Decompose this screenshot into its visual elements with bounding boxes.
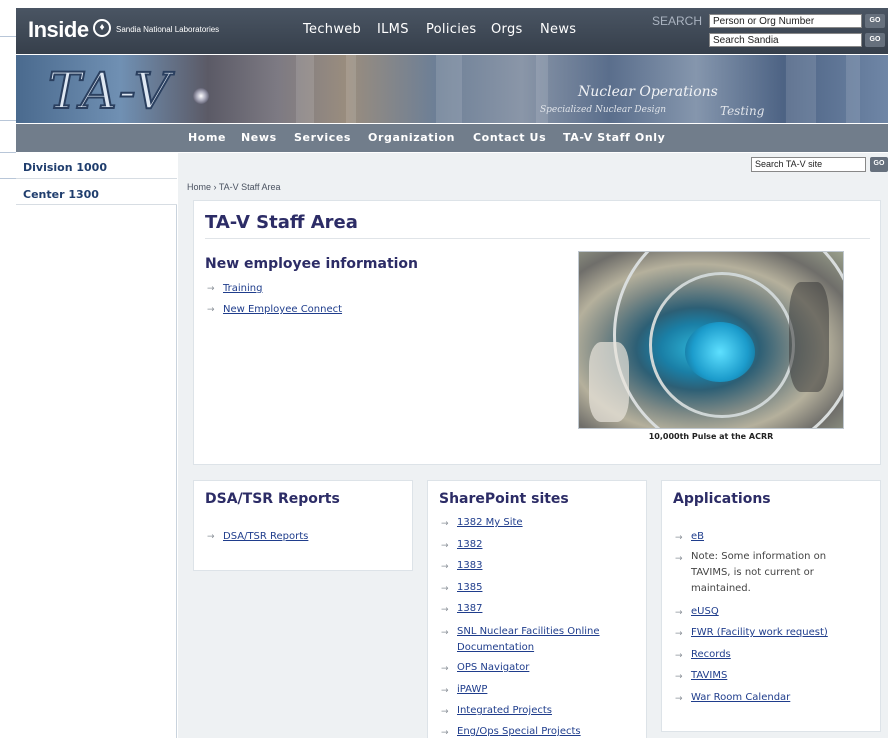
arrow-icon: → bbox=[441, 541, 449, 551]
link-tavims[interactable]: TAVIMS bbox=[691, 670, 727, 681]
nav-organization[interactable]: Organization bbox=[368, 131, 455, 144]
sandia-search-input[interactable]: Search Sandia bbox=[709, 33, 862, 47]
search-label: SEARCH bbox=[652, 14, 703, 28]
arrow-icon: → bbox=[675, 554, 683, 564]
arrow-icon: → bbox=[441, 664, 449, 674]
breadcrumb[interactable]: Home › TA-V Staff Area bbox=[187, 182, 281, 192]
arrow-icon: → bbox=[675, 629, 683, 639]
arrow-icon: → bbox=[441, 686, 449, 696]
sharepoint-title: SharePoint sites bbox=[439, 491, 569, 507]
banner-subtagline: Specialized Nuclear Design bbox=[540, 105, 667, 115]
sidebar-item-division-1000[interactable]: Division 1000 bbox=[23, 161, 107, 174]
link-snl-nuclear-facilities[interactable]: SNL Nuclear Facilities Online bbox=[457, 626, 600, 637]
page-title: TA-V Staff Area bbox=[205, 212, 358, 233]
topnav-orgs[interactable]: Orgs bbox=[491, 22, 523, 37]
link-1382-my-site[interactable]: 1382 My Site bbox=[457, 517, 523, 528]
acrr-photo bbox=[578, 251, 844, 429]
topnav-techweb[interactable]: Techweb bbox=[303, 22, 361, 37]
arrow-icon: → bbox=[441, 707, 449, 717]
person-search-input[interactable]: Person or Org Number bbox=[709, 14, 862, 28]
left-hairline bbox=[0, 152, 16, 153]
applications-title: Applications bbox=[673, 491, 771, 507]
tav-logo[interactable]: TA-V bbox=[47, 61, 172, 121]
link-new-employee-connect[interactable]: New Employee Connect bbox=[223, 304, 342, 315]
title-divider bbox=[205, 238, 870, 239]
link-dsa-tsr-reports[interactable]: DSA/TSR Reports bbox=[223, 531, 308, 542]
arrow-icon: → bbox=[441, 562, 449, 572]
topnav-ilms[interactable]: ILMS bbox=[377, 22, 409, 37]
nav-contact-us[interactable]: Contact Us bbox=[473, 131, 546, 144]
link-training[interactable]: Training bbox=[223, 283, 262, 294]
banner-tagline: Nuclear Operations bbox=[578, 84, 718, 100]
arrow-icon: → bbox=[675, 608, 683, 618]
left-hairline bbox=[0, 120, 16, 121]
snl-logo-icon: ♦ bbox=[93, 19, 111, 37]
topnav-news[interactable]: News bbox=[540, 22, 576, 37]
left-hairline bbox=[0, 178, 16, 179]
arrow-icon: → bbox=[675, 651, 683, 661]
arrow-icon: → bbox=[441, 728, 449, 738]
link-integrated-projects[interactable]: Integrated Projects bbox=[457, 705, 552, 716]
link-eb[interactable]: eB bbox=[691, 531, 704, 542]
link-ipawp[interactable]: iPAWP bbox=[457, 684, 487, 695]
link-ops-navigator[interactable]: OPS Navigator bbox=[457, 662, 529, 673]
left-hairline bbox=[0, 36, 16, 37]
sandia-search-go-button[interactable]: GO bbox=[865, 33, 885, 47]
inside-logo[interactable]: Inside bbox=[28, 17, 89, 43]
link-documentation[interactable]: Documentation bbox=[457, 642, 534, 653]
arrow-icon: → bbox=[441, 519, 449, 529]
arrow-icon: → bbox=[207, 532, 215, 542]
section-title: New employee information bbox=[205, 256, 419, 272]
link-records[interactable]: Records bbox=[691, 649, 731, 660]
link-1383[interactable]: 1383 bbox=[457, 560, 482, 571]
arrow-icon: → bbox=[675, 694, 683, 704]
nav-home[interactable]: Home bbox=[188, 131, 226, 144]
arrow-icon: → bbox=[441, 584, 449, 594]
link-eusq[interactable]: eUSQ bbox=[691, 606, 719, 617]
link-1382[interactable]: 1382 bbox=[457, 539, 482, 550]
arrow-icon: → bbox=[675, 533, 683, 543]
org-name: Sandia National Laboratories bbox=[116, 25, 220, 34]
person-search-go-button[interactable]: GO bbox=[865, 14, 885, 28]
link-1385[interactable]: 1385 bbox=[457, 582, 482, 593]
photo-caption: 10,000th Pulse at the ACRR bbox=[648, 432, 774, 441]
arrow-icon: → bbox=[675, 672, 683, 682]
tav-search-input[interactable]: Search TA-V site bbox=[751, 157, 866, 172]
topnav-policies[interactable]: Policies bbox=[426, 22, 476, 37]
arrow-icon: → bbox=[207, 284, 215, 294]
nav-tav-staff-only[interactable]: TA-V Staff Only bbox=[563, 131, 665, 144]
tavims-note-line: maintained. bbox=[691, 583, 751, 594]
tavims-note-line: Note: Some information on bbox=[691, 551, 827, 562]
link-eng-ops-special-projects[interactable]: Eng/Ops Special Projects bbox=[457, 726, 581, 737]
left-sidebar bbox=[16, 153, 177, 738]
link-1387[interactable]: 1387 bbox=[457, 603, 482, 614]
nav-services[interactable]: Services bbox=[294, 131, 351, 144]
tavims-note-line: TAVIMS, is not current or bbox=[691, 567, 814, 578]
arrow-icon: → bbox=[441, 605, 449, 615]
banner-testing: Testing bbox=[720, 104, 765, 118]
link-fwr[interactable]: FWR (Facility work request) bbox=[691, 627, 828, 638]
atom-icon bbox=[193, 88, 209, 104]
sidebar-item-center-1300[interactable]: Center 1300 bbox=[23, 188, 99, 201]
dsa-title: DSA/TSR Reports bbox=[205, 491, 340, 507]
link-war-room-calendar[interactable]: War Room Calendar bbox=[691, 692, 790, 703]
arrow-icon: → bbox=[441, 628, 449, 638]
nav-news[interactable]: News bbox=[241, 131, 277, 144]
arrow-icon: → bbox=[207, 305, 215, 315]
tav-search-go-button[interactable]: GO bbox=[870, 157, 888, 172]
